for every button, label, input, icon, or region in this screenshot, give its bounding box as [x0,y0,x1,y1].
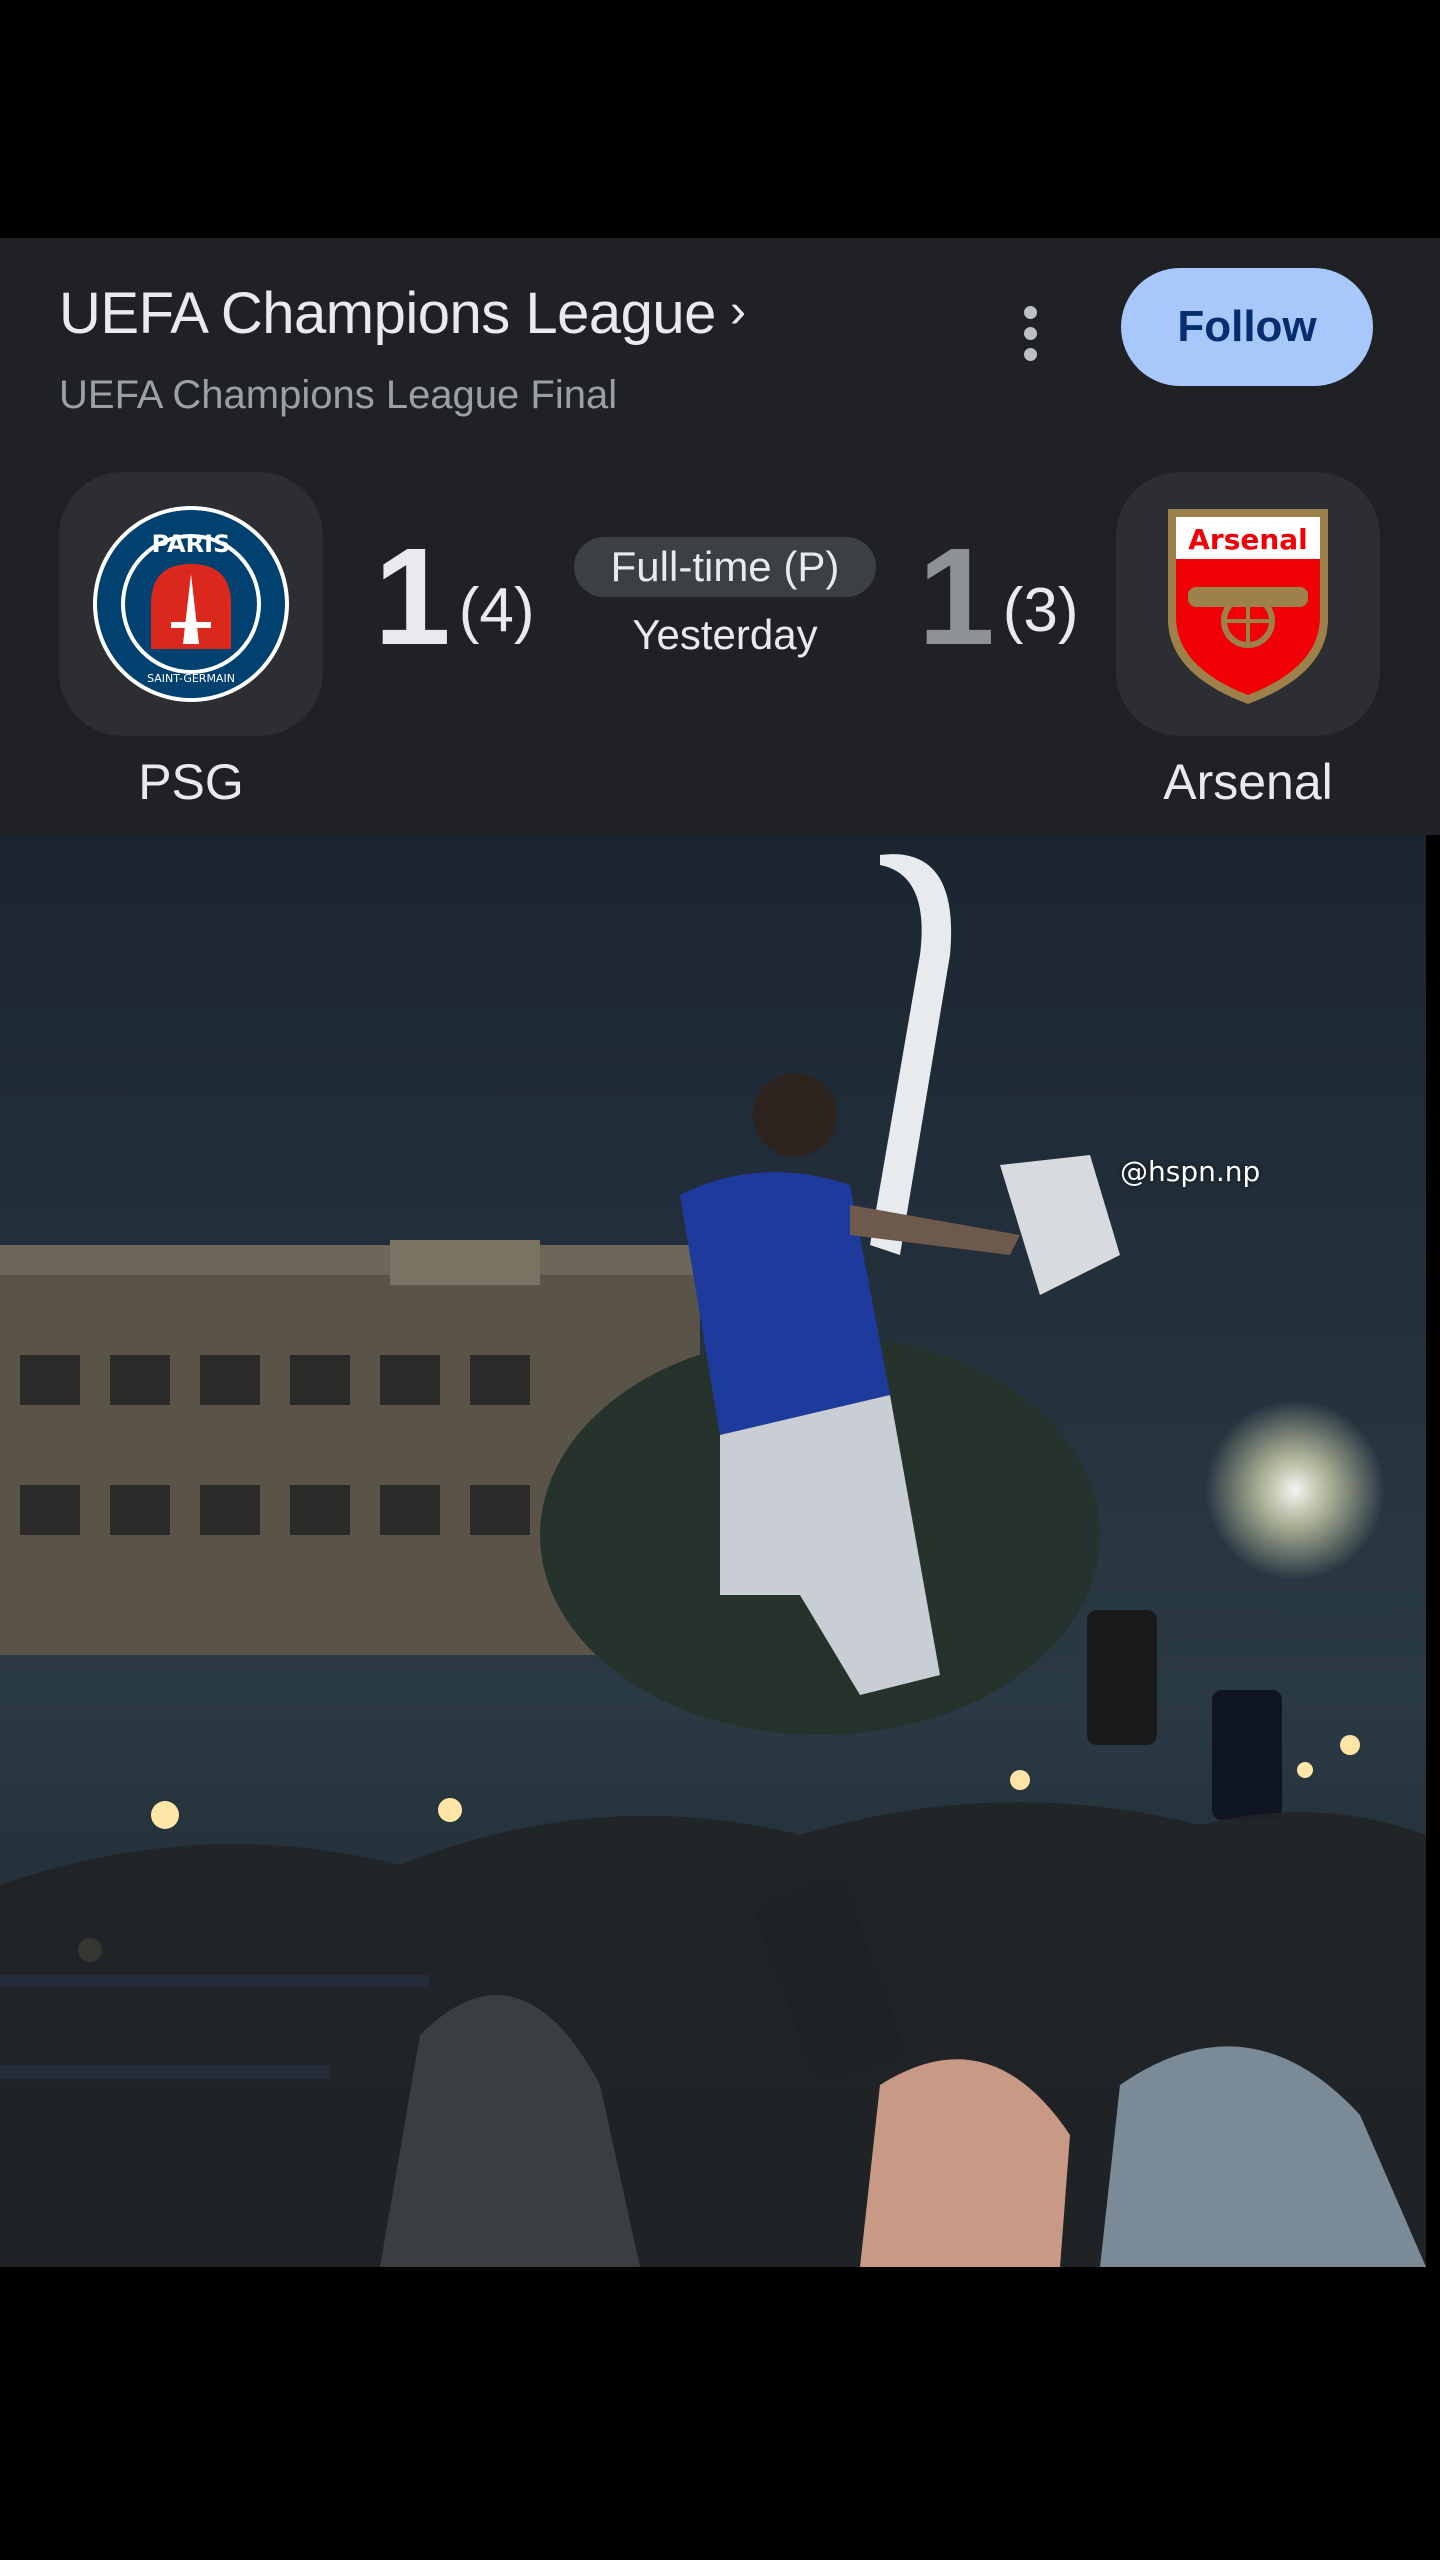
home-score-value: 1 [374,520,451,674]
video-watermark: @hspn.np [1120,1155,1261,1188]
svg-text:Arsenal: Arsenal [1188,523,1308,556]
svg-text:SAINT-GERMAIN: SAINT-GERMAIN [147,672,235,685]
league-subtitle: UEFA Champions League Final [59,373,618,417]
away-team-logo[interactable]: Arsenal [1116,472,1380,736]
match-date: Yesterday [632,611,818,658]
home-team-logo[interactable]: PARIS SAINT-GERMAIN [59,472,323,736]
status-bar-area [0,0,1440,238]
home-score: 1 (4) [374,528,535,666]
svg-text:PARIS: PARIS [152,530,231,558]
league-title-link[interactable]: UEFA Champions League › [59,280,746,347]
home-penalty-score: (4) [458,576,535,645]
psg-crest-icon: PARIS SAINT-GERMAIN [93,506,289,702]
more-vert-icon[interactable] [1005,288,1055,378]
home-team-name[interactable]: PSG [41,753,341,811]
follow-button[interactable]: Follow [1121,268,1373,386]
away-score: 1 (3) [918,528,1079,666]
away-score-value: 1 [918,520,995,674]
league-title: UEFA Champions League [59,281,716,346]
arsenal-crest-icon: Arsenal [1168,509,1328,704]
away-team-name[interactable]: Arsenal [1098,753,1398,811]
match-status-badge: Full-time (P) [574,537,876,597]
highlight-video[interactable]: @hspn.np [0,835,1426,2267]
chevron-right-icon: › [729,285,746,338]
match-card: UEFA Champions League › UEFA Champions L… [0,238,1440,835]
celebration-photo [0,835,1426,2267]
away-penalty-score: (3) [1002,576,1079,645]
